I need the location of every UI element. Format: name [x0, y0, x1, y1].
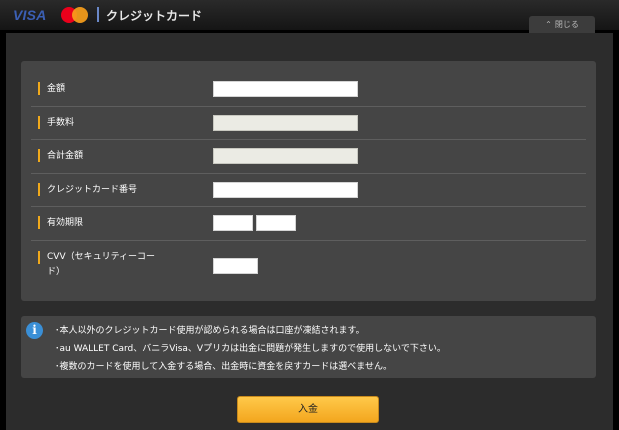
row-marker: [38, 82, 40, 95]
notice-line: ･複数のカードを使用して入金する場合、出金時に資金を戻すカードは選べません。: [55, 362, 392, 372]
close-label: 閉じる: [554, 20, 579, 29]
page-title: クレジットカード: [106, 9, 203, 23]
cvv-input[interactable]: [213, 258, 258, 274]
amount-input[interactable]: [213, 81, 358, 97]
cvv-label: CVV（セキュリティーコー: [47, 252, 156, 262]
amount-label: 金額: [47, 84, 66, 94]
cvv-label-continued: ド）: [47, 267, 66, 277]
fee-label: 手数料: [47, 118, 75, 128]
row-marker: [38, 149, 40, 162]
form-row-card-number: クレジットカード番号: [31, 174, 586, 207]
notice-line: ･au WALLET Card、バニラVisa、Vプリカは出金に問題が発生します…: [55, 344, 446, 354]
card-number-label: クレジットカード番号: [47, 185, 138, 195]
deposit-form: 金額 手数料 合計金額 クレジットカード番号 有効期限 CVV（セキュリティーコ…: [21, 61, 596, 301]
row-marker: [38, 116, 40, 129]
form-row-amount: 金額: [31, 73, 586, 107]
expiry-month-input[interactable]: [213, 215, 253, 231]
header-bar: VISA クレジットカード ⌃ 閉じる: [0, 0, 619, 33]
chevron-up-icon: ⌃: [545, 20, 552, 29]
deposit-button[interactable]: 入金: [237, 396, 379, 423]
mastercard-logo: [61, 7, 89, 23]
form-row-cvv: CVV（セキュリティーコー ド）: [31, 241, 586, 293]
row-marker: [38, 183, 40, 196]
expiry-label: 有効期限: [47, 218, 84, 228]
form-row-total: 合計金額: [31, 140, 586, 174]
form-row-fee: 手数料: [31, 107, 586, 140]
notice-line: ･本人以外のクレジットカード使用が認められる場合は口座が凍結されます。: [55, 326, 365, 336]
info-icon: i: [26, 322, 43, 339]
visa-logo: VISA: [13, 7, 47, 23]
total-field: [213, 148, 358, 164]
row-marker: [38, 251, 40, 264]
row-marker: [38, 216, 40, 229]
total-label: 合計金額: [47, 151, 84, 161]
notice-box: i ･本人以外のクレジットカード使用が認められる場合は口座が凍結されます。 ･a…: [21, 316, 596, 378]
form-row-expiry: 有効期限: [31, 207, 586, 241]
card-number-input[interactable]: [213, 182, 358, 198]
header-divider: [97, 7, 99, 22]
close-button[interactable]: ⌃ 閉じる: [529, 16, 595, 33]
fee-field: [213, 115, 358, 131]
expiry-year-input[interactable]: [256, 215, 296, 231]
